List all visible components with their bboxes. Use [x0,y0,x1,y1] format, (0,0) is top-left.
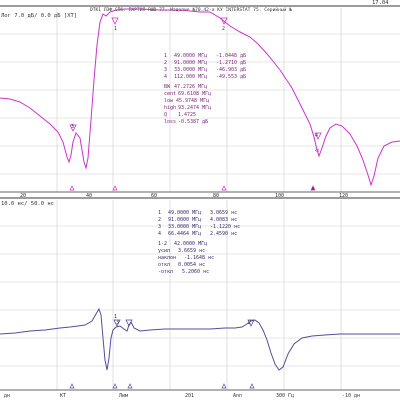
bw-stat-label-5: Q [164,112,167,118]
bottom-tick-label-4: 201 [185,393,194,399]
bw-stat-value-6: -0.5387 дБ [178,119,208,125]
delay-stat-value-5: 5.2060 нс [182,269,209,275]
delay-stats: 1-2 42.0000 МГц усил 3.6659 нс наклон -1… [158,241,214,275]
delay-stat-value-4: 0.0054 нс [178,262,205,268]
bottom-readout-n-3: 3 [158,224,161,230]
bottom-tick-label-1: дн [4,393,10,399]
bottom-readout-freq-3: 33.0000 МГц [168,224,201,230]
bw-stat-label-1: BW [164,84,171,90]
bw-stat-label-4: high [164,105,176,111]
bw-stat-label-3: low [164,98,174,104]
bottom-tick-label-7: -10 дн [342,393,360,399]
bottom-readout-n-2: 2 [158,217,161,223]
top-readout-freq-3: 33.0000 МГц [174,67,207,73]
bottom-tick-label-3: Лим [119,393,128,399]
bottom-tick-label-6: 300 Гц [276,393,294,399]
bottom-readout-value-3: -1.1220 нс [210,224,240,230]
top-readout-freq-4: 112.000 МГц [174,74,207,80]
reference-level-arrow: ◁ [315,147,319,154]
delay-stat-label-1: 1-2 [158,241,167,247]
bw-stat-value-2: 69.6108 МГц [178,91,211,97]
bw-stat-value-3: 45.9748 МГц [176,98,209,104]
bw-stat-label-6: loss [164,119,176,125]
delay-stat-label-4: откл [158,262,170,268]
bottom-readout-freq-1: 49.0000 МГц [168,210,201,216]
top-readout-value-4: -49.553 дБ [216,74,246,80]
top-readout-value-1: -1.0448 дБ [216,53,246,59]
top-readout-n-4: 4 [164,74,167,80]
top-marker-3-label: 3 [71,124,74,130]
top-readout-n-2: 2 [164,60,167,66]
top-scale-label: Лог 7.0 дБ/ 0.0 дБ [ХТ] [1,13,77,19]
bottom-tick-label-2: КТ [60,393,66,399]
delay-stat-value-2: 3.6659 нс [178,248,205,254]
bottom-readout-n-4: 4 [158,231,161,237]
top-marker-readout: 1 49.0000 МГц -1.0448 дБ 2 91.0000 МГц -… [164,53,246,80]
bottom-readout-freq-2: 91.0000 МГц [168,217,201,223]
header-date-fragment: 17.04 [372,0,389,6]
bw-stat-label-2: cent [164,91,176,97]
top-readout-value-2: -1.2710 дБ [216,60,246,66]
top-marker-1-label: 1 [114,26,117,32]
svg-text:◁: ◁ [315,147,319,154]
bw-stat-value-1: 47.2726 МГц [174,84,207,90]
delay-stat-value-1: 42.0000 МГц [174,241,207,247]
bottom-marker-3-label: 3 [116,320,119,326]
top-readout-freq-1: 49.0000 МГц [174,53,207,59]
bottom-scale-label: 10.0 нс/ 50.0 нс [1,201,54,207]
top-readout-value-3: -46.903 дБ [216,67,246,73]
delay-stat-label-5: -откл [158,269,173,275]
delay-stat-label-3: наклон [158,255,176,261]
bottom-tick-label-5: Ann [233,393,242,399]
bottom-marker-readout: 1 49.0000 МГц 3.0659 нс 2 91.0000 МГц 4.… [158,210,240,237]
bottom-readout-value-1: 3.0659 нс [210,210,237,216]
top-marker-2-label: 2 [222,26,225,32]
bw-stat-value-5: 1.4725 [178,112,196,118]
bandwidth-stats: BW 47.2726 МГц cent 69.6108 МГц low 45.9… [164,84,211,125]
delay-stat-value-3: -1.1648 нс [184,255,214,261]
bottom-readout-freq-4: 66.4464 МГц [168,231,201,237]
bottom-readout-value-2: 4.0083 нс [210,217,237,223]
bottom-readout-value-4: 2.4590 нс [210,231,237,237]
top-readout-n-3: 3 [164,67,167,73]
bottom-marker-2-label: 2 [248,320,251,326]
top-marker-4-label: 4 [315,133,318,139]
bw-stat-value-4: 93.2474 МГц [178,105,211,111]
bottom-readout-n-1: 1 [158,210,161,216]
top-readout-n-1: 1 [164,53,167,59]
delay-stat-label-2: усил [158,248,170,254]
top-readout-freq-2: 91.0000 МГц [174,60,207,66]
